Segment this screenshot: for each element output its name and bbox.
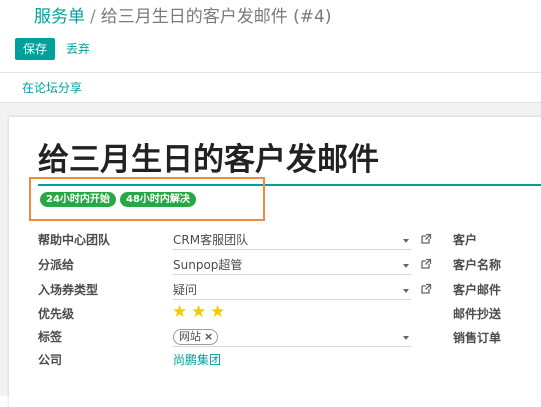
assigned-to-field-underline <box>173 274 411 275</box>
save-button[interactable]: 保存 <box>15 38 55 60</box>
sla-tag-resolve: 48小时内解决 <box>120 192 196 207</box>
external-link-icon[interactable] <box>420 283 432 295</box>
chevron-down-icon[interactable] <box>403 289 409 293</box>
tags-label: 标签 <box>38 330 63 344</box>
chevron-down-icon[interactable] <box>403 239 409 243</box>
assigned-to-label: 分派给 <box>38 258 75 272</box>
star-icon[interactable]: ★ <box>191 303 206 321</box>
customer-label: 客户 <box>453 233 478 247</box>
control-panel-divider <box>0 72 541 73</box>
breadcrumb-separator: / <box>90 7 96 27</box>
team-field[interactable]: CRM客服团队 <box>173 232 248 248</box>
breadcrumb: 服务单 / 给三月生日的客户发邮件 (#4) <box>34 6 331 28</box>
star-icon[interactable]: ★ <box>210 303 225 321</box>
team-label: 帮助中心团队 <box>38 233 111 247</box>
ticket-title[interactable]: 给三月生日的客户发邮件 <box>38 140 379 180</box>
sale-order-label: 销售订单 <box>453 331 502 345</box>
customer-email-label: 客户邮件 <box>453 283 502 297</box>
company-link[interactable]: 尚鹏集团 <box>173 352 221 368</box>
ticket-type-field-underline <box>173 299 411 300</box>
ticket-type-field[interactable]: 疑问 <box>173 282 197 298</box>
breadcrumb-parent-link[interactable]: 服务单 <box>34 7 85 27</box>
email-cc-label: 邮件抄送 <box>453 307 502 321</box>
chevron-down-icon[interactable] <box>403 264 409 268</box>
chevron-down-icon[interactable] <box>403 336 409 340</box>
share-on-forum-button[interactable]: 在论坛分享 <box>22 80 82 96</box>
customer-name-label: 客户名称 <box>453 258 502 272</box>
tag-chip: 网站 × <box>173 329 219 345</box>
tag-chip-label: 网站 <box>179 330 201 343</box>
close-icon[interactable]: × <box>204 330 213 343</box>
star-icon[interactable]: ★ <box>172 303 187 321</box>
ticket-type-label: 入场券类型 <box>38 283 99 297</box>
assigned-to-field[interactable]: Sunpop超管 <box>173 257 242 273</box>
tags-field-underline <box>173 346 411 347</box>
sla-tag-start: 24小时内开始 <box>40 192 116 207</box>
company-label: 公司 <box>38 353 63 367</box>
discard-button[interactable]: 丢弃 <box>66 38 90 60</box>
external-link-icon[interactable] <box>420 258 432 270</box>
title-underline <box>38 184 541 186</box>
breadcrumb-current: 给三月生日的客户发邮件 (#4) <box>100 7 332 27</box>
priority-label: 优先级 <box>38 307 75 321</box>
external-link-icon[interactable] <box>420 233 432 245</box>
team-field-underline <box>173 249 411 250</box>
